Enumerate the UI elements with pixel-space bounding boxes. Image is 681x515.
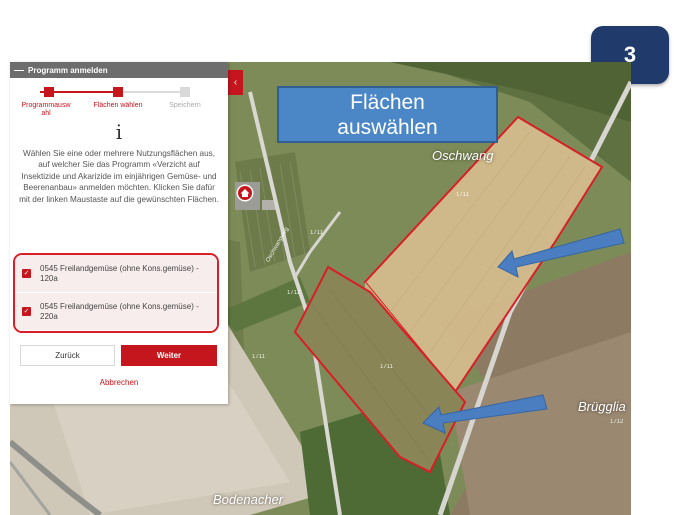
- stepper-line-pending: [118, 91, 184, 93]
- step-label-program: Programmausw ahl: [21, 102, 71, 117]
- field-item[interactable]: ✓ 0545 Freilandgemüse (ohne Kons.gemüse)…: [15, 293, 217, 331]
- home-marker-icon[interactable]: [236, 184, 254, 202]
- step-dot-done: [44, 87, 54, 97]
- map-place-bodenacher: Bodenacher: [213, 492, 284, 507]
- parcel-number: 1712: [610, 419, 624, 425]
- checkbox-checked-icon[interactable]: ✓: [22, 269, 31, 278]
- collapse-panel-button[interactable]: ‹: [228, 70, 243, 95]
- parcel-number: 1711: [456, 192, 469, 198]
- step-label-save: Speichern: [169, 102, 201, 109]
- step-dot-pending: [180, 87, 190, 97]
- step-dot-active: [113, 87, 123, 97]
- program-registration-panel: — Programm anmelden Programmausw ahl Flä…: [10, 62, 228, 404]
- map-place-oschwang: Oschwang: [432, 148, 494, 163]
- info-icon: i: [115, 120, 123, 144]
- parcel-number: 1711: [310, 230, 323, 236]
- arrow-left-icon: [497, 228, 625, 278]
- panel-title: Programm anmelden: [28, 65, 108, 75]
- field-item-label: 0545 Freilandgemüse (ohne Kons.gemüse) -…: [40, 263, 199, 283]
- panel-header[interactable]: — Programm anmelden: [10, 62, 228, 78]
- step-label-fields: Flächen wählen: [93, 102, 143, 109]
- map-place-brueggli: Brügglia: [578, 399, 626, 414]
- selected-fields-list: ✓ 0545 Freilandgemüse (ohne Kons.gemüse)…: [13, 253, 219, 333]
- back-button[interactable]: Zurück: [20, 345, 115, 366]
- checkbox-checked-icon[interactable]: ✓: [22, 307, 31, 316]
- next-button[interactable]: Weiter: [121, 345, 217, 366]
- progress-stepper: Programmausw ahl Flächen wählen Speicher…: [10, 78, 228, 118]
- minimize-icon[interactable]: —: [14, 65, 24, 76]
- field-item-label: 0545 Freilandgemüse (ohne Kons.gemüse) -…: [40, 301, 199, 321]
- instruction-callout: Flächen auswählen: [277, 86, 498, 143]
- field-item[interactable]: ✓ 0545 Freilandgemüse (ohne Kons.gemüse)…: [15, 255, 217, 293]
- instruction-text: Wählen Sie eine oder mehrere Nutzungsflä…: [19, 149, 219, 204]
- arrow-left-icon: [422, 394, 548, 434]
- cancel-link[interactable]: Abbrechen: [10, 378, 228, 387]
- parcel-number: 1711: [380, 364, 393, 370]
- parcel-number: 1711: [252, 354, 265, 360]
- parcel-number: 1712: [287, 290, 301, 296]
